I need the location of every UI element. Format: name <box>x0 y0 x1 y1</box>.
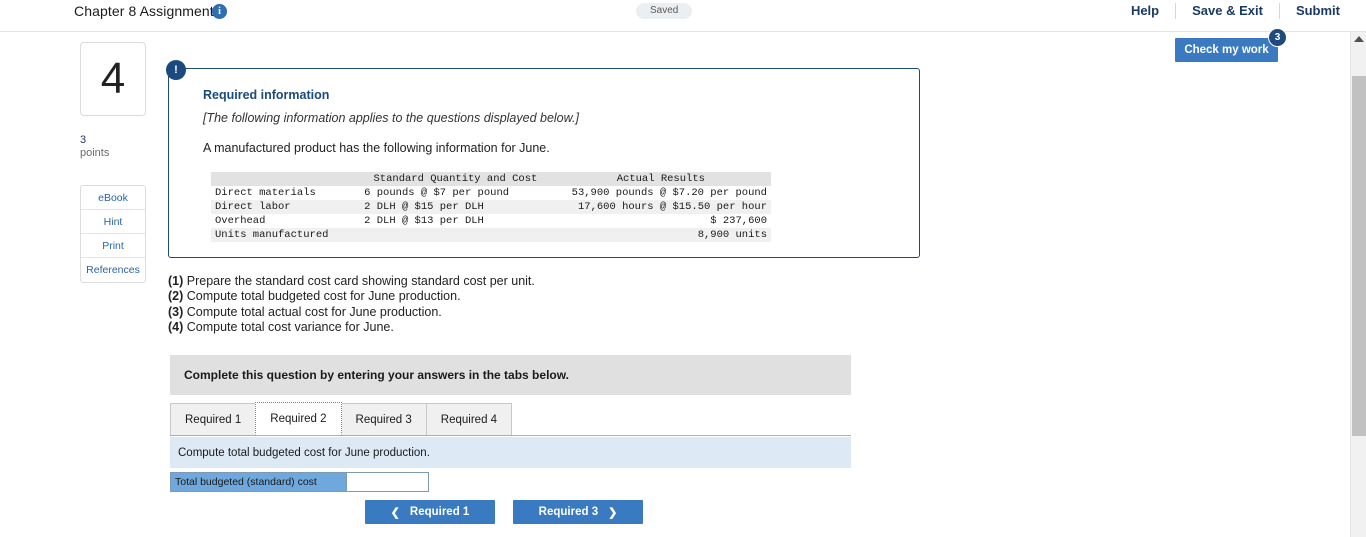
requirement-item: (3) Compute total actual cost for June p… <box>168 305 535 320</box>
requirements-list: (1) Prepare the standard cost card showi… <box>168 274 535 335</box>
previous-requirement-button[interactable]: ❮ Required 1 <box>365 500 495 524</box>
status-badge-saved: Saved <box>636 3 693 19</box>
row-label: Overhead <box>215 215 266 227</box>
info-circle-icon[interactable]: i <box>212 4 227 19</box>
complete-question-bar: Complete this question by entering your … <box>170 355 851 395</box>
table-row: Units manufactured 8,900 units <box>211 228 771 242</box>
vertical-scrollbar[interactable] <box>1350 32 1366 537</box>
left-rail: 4 3 points eBook Hint Print References <box>80 42 146 283</box>
required-information-lead: A manufactured product has the following… <box>203 141 550 155</box>
page-title: Chapter 8 Assignment <box>74 3 214 19</box>
requirement-item: (1) Prepare the standard cost card showi… <box>168 274 535 289</box>
next-requirement-label: Required 3 <box>538 506 599 518</box>
answer-prompt-text: Compute total budgeted cost for June pro… <box>178 446 430 459</box>
row-standard: 6 pounds @ $7 per pound <box>364 187 510 199</box>
requirement-text: Compute total budgeted cost for June pro… <box>186 289 461 304</box>
requirement-text: Compute total cost variance for June. <box>186 319 394 334</box>
required-information-note: [The following information applies to th… <box>203 111 579 125</box>
tab-required-3[interactable]: Required 3 <box>340 403 427 435</box>
requirement-tabs: Required 1 Required 2 Required 3 Require… <box>170 402 851 436</box>
resource-hint[interactable]: Hint <box>81 210 145 234</box>
points-value: 3 <box>80 134 87 146</box>
scrollbar-thumb[interactable] <box>1352 76 1366 436</box>
row-standard: 2 DLH @ $13 per DLH <box>364 215 484 227</box>
tab-required-4[interactable]: Required 4 <box>425 403 513 435</box>
previous-requirement-label: Required 1 <box>409 506 470 518</box>
complete-question-text: Complete this question by entering your … <box>184 368 569 382</box>
table-row: Overhead 2 DLH @ $13 per DLH $ 237,600 <box>211 214 771 228</box>
table-header-actual: Actual Results <box>550 172 771 186</box>
table-row: Direct materials 6 pounds @ $7 per pound… <box>211 186 771 200</box>
row-actual: 17,600 hours @ $15.50 per hour <box>577 201 767 213</box>
required-information-title: Required information <box>203 88 330 102</box>
resource-print[interactable]: Print <box>81 234 145 258</box>
check-my-work-wrapper: Check my work 3 <box>1175 28 1287 62</box>
resource-ebook[interactable]: eBook <box>81 186 145 210</box>
question-number-card: 4 <box>80 42 146 116</box>
row-label: Direct materials <box>215 187 316 199</box>
submit-button[interactable]: Submit <box>1280 3 1352 19</box>
answer-row-label: Total budgeted (standard) cost <box>171 473 346 491</box>
standard-vs-actual-table: Standard Quantity and Cost Actual Result… <box>211 172 771 242</box>
requirement-number: (3) <box>168 304 184 319</box>
chevron-left-icon: ❮ <box>390 506 400 519</box>
save-and-exit-button[interactable]: Save & Exit <box>1176 3 1280 19</box>
chevron-right-icon: ❯ <box>608 506 618 519</box>
next-requirement-button[interactable]: Required 3 ❯ <box>513 500 643 524</box>
row-label: Direct labor <box>215 201 291 213</box>
row-actual: $ 237,600 <box>710 215 767 227</box>
requirement-item: (2) Compute total budgeted cost for June… <box>168 289 535 304</box>
resource-references[interactable]: References <box>81 258 145 282</box>
resources-box: eBook Hint Print References <box>80 185 146 283</box>
row-label: Units manufactured <box>215 229 329 241</box>
table-row: Direct labor 2 DLH @ $15 per DLH 17,600 … <box>211 200 771 214</box>
requirement-number: (4) <box>168 319 184 334</box>
row-standard: 2 DLH @ $15 per DLH <box>364 201 484 213</box>
row-actual: 53,900 pounds @ $7.20 per pound <box>571 187 767 199</box>
table-header-row: Standard Quantity and Cost Actual Result… <box>211 172 771 186</box>
table-header-blank <box>211 172 361 186</box>
check-my-work-badge: 3 <box>1268 28 1287 47</box>
total-budgeted-cost-input[interactable] <box>346 473 428 491</box>
top-bar: Chapter 8 Assignment i Saved Help Save &… <box>0 0 1366 32</box>
requirement-text: Compute total actual cost for June produ… <box>186 304 442 319</box>
row-standard <box>360 228 551 242</box>
requirement-text: Prepare the standard cost card showing s… <box>186 274 535 288</box>
tab-required-2[interactable]: Required 2 <box>255 402 342 435</box>
requirement-number: (2) <box>168 289 184 304</box>
points-label: points <box>80 147 110 159</box>
help-button[interactable]: Help <box>1115 3 1177 19</box>
table-header-standard: Standard Quantity and Cost <box>360 172 551 186</box>
requirement-number: (1) <box>168 274 184 288</box>
row-actual: 8,900 units <box>697 229 767 241</box>
tab-required-1[interactable]: Required 1 <box>170 403 257 435</box>
exclamation-badge-icon: ! <box>166 60 186 80</box>
answer-row: Total budgeted (standard) cost <box>170 472 429 492</box>
triangle-up-icon[interactable] <box>1354 36 1364 42</box>
answer-prompt-bar: Compute total budgeted cost for June pro… <box>170 437 851 468</box>
check-my-work-button[interactable]: Check my work <box>1175 38 1278 62</box>
top-actions: Help Save & Exit Submit <box>1115 3 1352 19</box>
requirement-item: (4) Compute total cost variance for June… <box>168 320 535 335</box>
